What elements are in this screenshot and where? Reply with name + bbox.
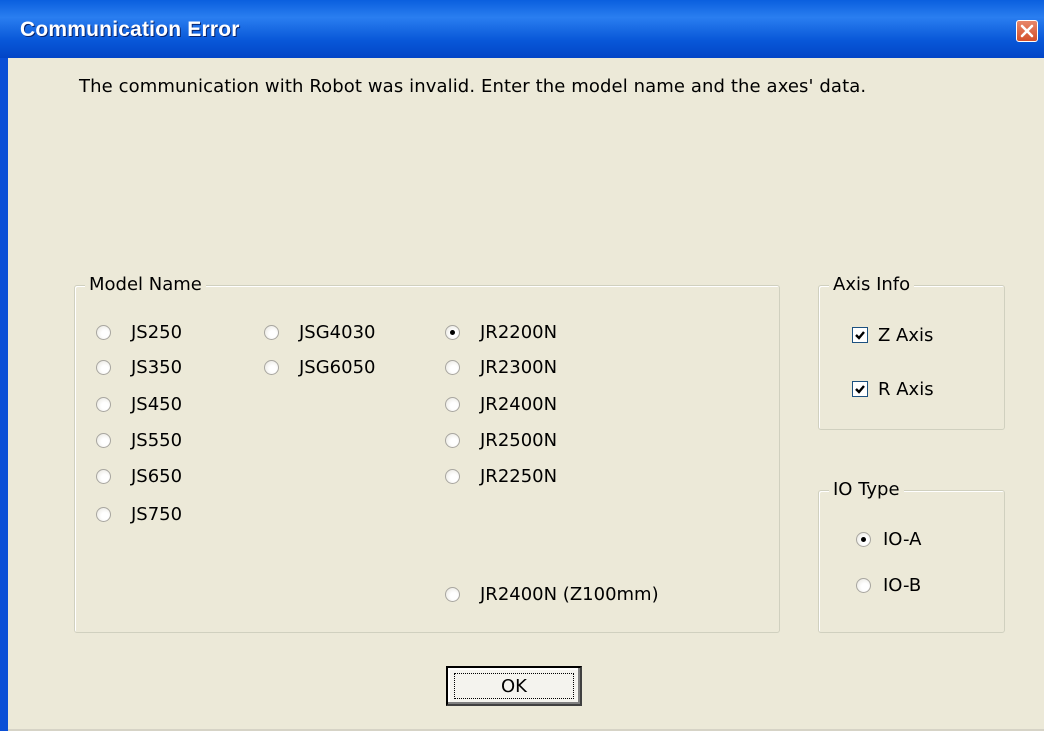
- model-option-label: JS350: [131, 356, 183, 378]
- io-type-legend: IO Type: [829, 479, 904, 500]
- radio-button[interactable]: [445, 432, 460, 448]
- model-option-js550[interactable]: JS550: [96, 428, 182, 452]
- radio-button[interactable]: [445, 396, 460, 412]
- model-option-jr2300n[interactable]: JR2300N: [445, 355, 557, 379]
- model-option-jr2250n[interactable]: JR2250N: [445, 464, 557, 488]
- radio-button[interactable]: [856, 577, 871, 593]
- radio-button[interactable]: [96, 359, 111, 375]
- model-option-label: JR2500N: [480, 429, 558, 451]
- model-name-legend: Model Name: [85, 274, 206, 295]
- radio-button[interactable]: [264, 359, 279, 375]
- window-frame-left: [0, 58, 8, 731]
- window-title: Communication Error: [20, 18, 240, 41]
- ok-button-label: OK: [501, 676, 527, 697]
- io-a-label: IO-A: [883, 528, 922, 550]
- io-type-group: IO Type: [818, 479, 1005, 633]
- model-option-js250[interactable]: JS250: [96, 320, 182, 344]
- radio-button[interactable]: [445, 468, 460, 484]
- model-option-jr2500n[interactable]: JR2500N: [445, 428, 557, 452]
- radio-button[interactable]: [96, 506, 111, 522]
- radio-button[interactable]: [445, 359, 460, 375]
- model-option-label: JS650: [131, 465, 183, 487]
- model-option-label: JR2300N: [480, 356, 558, 378]
- model-option-jr2400n-z100mm[interactable]: JR2400N (Z100mm): [445, 582, 659, 606]
- radio-button-selected[interactable]: [856, 531, 871, 547]
- dialog-window: Communication Error The communication wi…: [0, 0, 1044, 731]
- model-option-jsg6050[interactable]: JSG6050: [264, 355, 376, 379]
- radio-button[interactable]: [445, 586, 460, 602]
- r-axis-checkbox[interactable]: R Axis: [852, 377, 934, 401]
- model-option-js350[interactable]: JS350: [96, 355, 182, 379]
- title-bar[interactable]: Communication Error: [0, 0, 1044, 58]
- model-option-label: JR2200N: [480, 321, 558, 343]
- radio-button[interactable]: [264, 324, 279, 340]
- model-option-js650[interactable]: JS650: [96, 464, 182, 488]
- io-b-option[interactable]: IO-B: [856, 573, 921, 597]
- radio-button[interactable]: [96, 432, 111, 448]
- close-icon: [1020, 24, 1034, 38]
- z-axis-checkbox[interactable]: Z Axis: [852, 323, 933, 347]
- model-option-label: JSG6050: [299, 356, 376, 378]
- model-option-label: JSG4030: [299, 321, 376, 343]
- radio-button[interactable]: [96, 468, 111, 484]
- model-option-js450[interactable]: JS450: [96, 392, 182, 416]
- model-option-js750[interactable]: JS750: [96, 502, 182, 526]
- checkmark-icon: [855, 331, 865, 340]
- checkbox-checked[interactable]: [852, 327, 868, 343]
- checkmark-icon: [855, 385, 865, 394]
- checkbox-checked[interactable]: [852, 381, 868, 397]
- axis-info-legend: Axis Info: [829, 274, 915, 295]
- radio-button[interactable]: [96, 324, 111, 340]
- error-message: The communication with Robot was invalid…: [79, 76, 867, 97]
- r-axis-label: R Axis: [878, 378, 934, 400]
- ok-button[interactable]: OK: [446, 666, 582, 706]
- model-option-label: JS450: [131, 393, 183, 415]
- model-option-jsg4030[interactable]: JSG4030: [264, 320, 376, 344]
- model-option-label: JR2250N: [480, 465, 558, 487]
- model-option-jr2400n[interactable]: JR2400N: [445, 392, 557, 416]
- model-option-label: JS550: [131, 429, 183, 451]
- z-axis-label: Z Axis: [878, 324, 934, 346]
- model-option-label: JR2400N (Z100mm): [480, 583, 659, 605]
- io-a-option[interactable]: IO-A: [856, 527, 921, 551]
- axis-info-group: Axis Info: [818, 274, 1005, 430]
- model-option-label: JS250: [131, 321, 183, 343]
- model-option-jr2200n[interactable]: JR2200N: [445, 320, 557, 344]
- model-option-label: JR2400N: [480, 393, 558, 415]
- radio-button-selected[interactable]: [445, 324, 460, 340]
- model-option-label: JS750: [131, 503, 183, 525]
- radio-button[interactable]: [96, 396, 111, 412]
- io-b-label: IO-B: [883, 574, 922, 596]
- close-button[interactable]: [1016, 20, 1038, 42]
